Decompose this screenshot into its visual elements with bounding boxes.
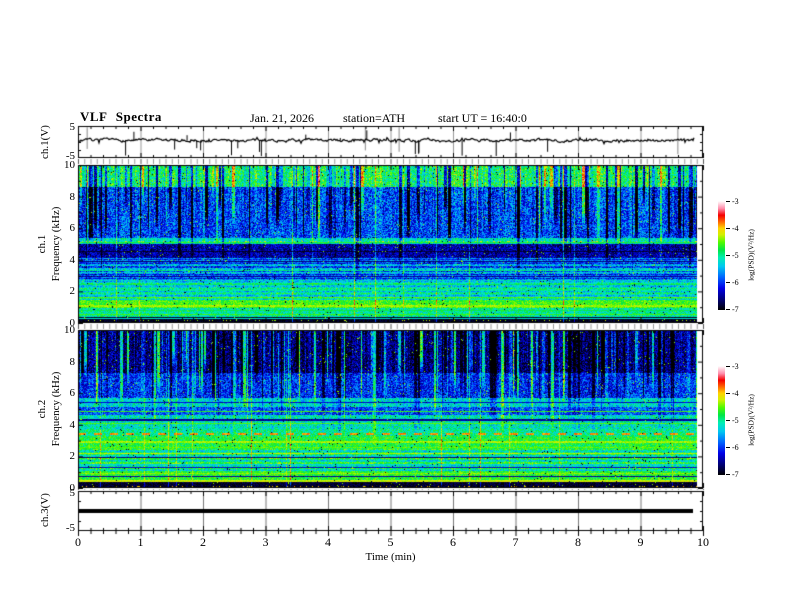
colorbar-tick-label: -5 [732,251,739,260]
colorbar-tick-label: -7 [732,305,739,314]
time-xtick-label: 2 [200,535,206,549]
colorbar-tick-mark [726,228,730,229]
colorbar-tick-label: -3 [732,197,739,206]
colorbar-spec2-label: log(PSD)(V²/Hz) [746,394,756,446]
colorbar-spec1 [718,201,725,310]
colorbar-tick-mark [726,309,730,310]
spec1-channel-label: ch.1 [36,234,48,254]
colorbar-tick-mark [726,420,730,421]
ch1-ytick-top: 5 [69,121,76,133]
time-xtick-label: 10 [697,535,709,549]
spec2-axis-label: Frequency (kHz) [50,371,62,447]
colorbar-tick-mark [726,282,730,283]
freq-ytick-label: 6 [69,222,76,234]
time-xtick-label: 8 [575,535,581,549]
colorbar-tick-mark [726,255,730,256]
freq-ytick-label: 8 [69,191,76,203]
colorbar-tick-mark [726,393,730,394]
time-xtick-label: 4 [325,535,331,549]
ch3-ytick-bottom: -5 [65,522,75,534]
xaxis-title: Time (min) [365,551,416,563]
time-xtick-label: 0 [75,535,81,549]
freq-ytick-label: 10 [64,159,75,171]
colorbar-tick-label: -7 [732,470,739,479]
time-xtick-label: 3 [262,535,269,549]
freq-ytick-label: 4 [69,419,76,431]
colorbar-tick-mark [726,447,730,448]
colorbar-tick-label: -4 [732,389,739,398]
time-xtick-label: 9 [637,535,644,549]
colorbar-tick-mark [726,474,730,475]
time-xtick-label: 1 [137,535,144,549]
colorbar-spec1-label: log(PSD)(V²/Hz) [746,229,756,281]
freq-ytick-label: 0 [69,482,76,494]
colorbar-tick-mark [726,366,730,367]
time-xtick-label: 7 [512,535,519,549]
colorbar-tick-label: -5 [732,416,739,425]
freq-ytick-label: 8 [69,356,76,368]
colorbar-tick-label: -6 [732,278,739,287]
plot-canvas [70,118,715,566]
colorbar-tick-mark [726,201,730,202]
time-xtick-label: 5 [387,535,394,549]
vlf-spectra-figure: VLF Spectra Jan. 21, 2026 station=ATH st… [0,0,792,612]
colorbar-tick-label: -3 [732,362,739,371]
colorbar-spec2 [718,366,725,475]
freq-ytick-label: 4 [69,254,76,266]
spec1-axis-label: Frequency (kHz) [50,206,62,282]
freq-ytick-label: 2 [69,285,76,297]
colorbar-tick-label: -6 [732,443,739,452]
time-xtick-label: 6 [450,535,456,549]
freq-ytick-label: 6 [69,387,76,399]
spec2-channel-label: ch.2 [36,399,48,419]
freq-ytick-label: 10 [64,324,75,336]
freq-ytick-label: 2 [69,450,76,462]
colorbar-tick-label: -4 [732,224,739,233]
